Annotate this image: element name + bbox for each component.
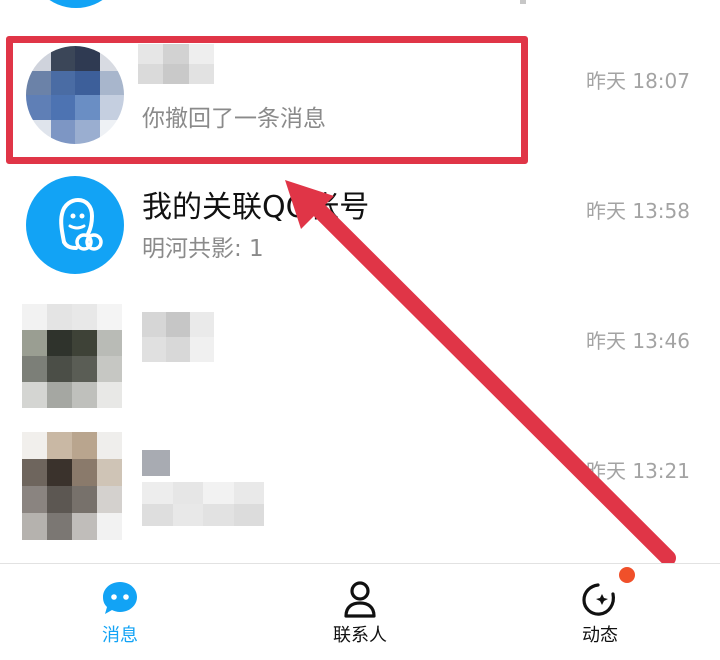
nav-label-moments: 动态	[582, 625, 618, 646]
message-time: 昨天 13:21	[586, 459, 690, 483]
avatar-blurred[interactable]	[22, 432, 122, 540]
partial-avatar-top[interactable]	[28, 0, 124, 8]
nav-tab-contacts[interactable]: 联系人	[240, 564, 480, 660]
avatar-blurred[interactable]	[22, 304, 122, 408]
notification-dot	[619, 567, 635, 583]
name-blurred	[142, 450, 170, 476]
nav-tab-moments[interactable]: 动态	[480, 564, 720, 660]
nav-label-messages: 消息	[102, 625, 138, 646]
name-blurred	[142, 312, 214, 362]
conversation-row-qq-account[interactable]: 我的关联QQ帐号 明河共影: 1 昨天 13:58	[0, 160, 720, 290]
partial-text-top	[520, 0, 526, 4]
nav-label-contacts: 联系人	[333, 625, 387, 646]
message-time: 昨天 18:07	[586, 69, 690, 93]
message-time: 昨天 13:46	[586, 329, 690, 353]
conversation-row-blurred-2[interactable]: 昨天 13:21	[0, 420, 720, 550]
conversation-row-blurred-1[interactable]: 昨天 13:46	[0, 290, 720, 420]
person-icon	[344, 581, 376, 618]
preview-blurred	[142, 482, 264, 526]
chat-bubble-icon	[103, 582, 137, 614]
message-time: 昨天 13:58	[586, 199, 690, 223]
star-orbit-icon	[582, 583, 615, 616]
message-preview: 明河共影: 1	[142, 236, 264, 262]
highlight-box	[6, 36, 528, 164]
conversation-name: 我的关联QQ帐号	[142, 190, 370, 225]
bottom-navigation: 消息 联系人 动态	[0, 563, 720, 660]
nav-tab-messages[interactable]: 消息	[0, 564, 240, 660]
qq-ghost-icon[interactable]	[26, 176, 124, 274]
